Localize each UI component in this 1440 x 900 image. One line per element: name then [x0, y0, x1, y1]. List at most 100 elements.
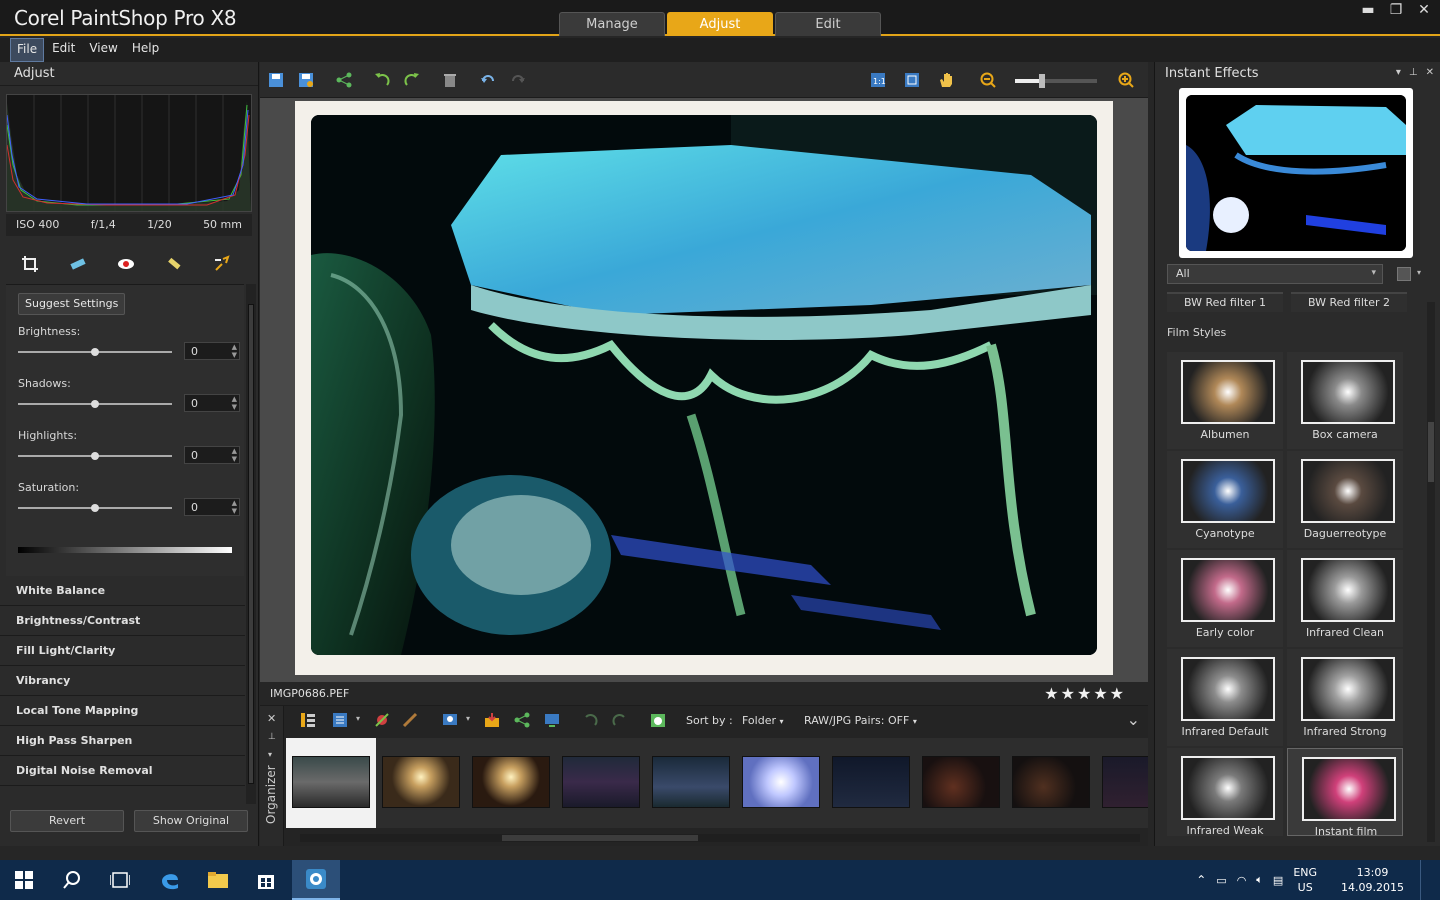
rotate-right-icon[interactable] [610, 710, 630, 730]
import-icon[interactable] [482, 710, 502, 730]
pan-hand-icon[interactable] [936, 70, 956, 90]
scroll-thumb[interactable] [502, 835, 698, 841]
section-fill-light-clarity[interactable]: Fill Light/Clarity [0, 636, 245, 666]
close-icon[interactable]: ✕ [1426, 67, 1434, 78]
makeover-icon[interactable] [163, 253, 185, 275]
edge-browser-button[interactable] [146, 860, 194, 900]
effect-infrared-strong[interactable]: Infrared Strong [1287, 649, 1403, 746]
chevron-up-icon[interactable]: ⌃ [1196, 873, 1206, 887]
close-icon[interactable]: ✕ [1416, 2, 1432, 18]
brightness-field[interactable]: 0 ▲ ▼ [184, 342, 240, 360]
zoom-out-icon[interactable] [978, 70, 998, 90]
thumbnail[interactable] [1102, 756, 1148, 808]
actual-size-icon[interactable]: 1:1 [868, 70, 888, 90]
effect-bw-red-filter-1[interactable]: BW Red filter 1 [1167, 292, 1283, 312]
saturation-knob[interactable] [91, 504, 99, 512]
section-high-pass-sharpen[interactable]: High Pass Sharpen [0, 726, 245, 756]
battery-icon[interactable]: ▭ [1216, 874, 1226, 887]
highlights-slider[interactable] [18, 452, 172, 460]
rating-stars[interactable]: ★★★★★ [1044, 684, 1126, 703]
section-local-tone-mapping[interactable]: Local Tone Mapping [0, 696, 245, 726]
rotate-right-icon[interactable] [402, 70, 422, 90]
thumbnail-scrollbar[interactable] [300, 834, 1140, 842]
start-button[interactable] [0, 860, 48, 900]
dropdown-arrow-icon[interactable]: ▾ [268, 750, 272, 759]
effect-albumen[interactable]: Albumen [1167, 352, 1283, 449]
paintshop-taskbar-button[interactable] [292, 860, 340, 900]
search-button[interactable] [48, 860, 96, 900]
effect-infrared-clean[interactable]: Infrared Clean [1287, 550, 1403, 647]
thumbnail[interactable] [922, 756, 1000, 808]
thumbnail[interactable] [1012, 756, 1090, 808]
straighten-icon[interactable] [67, 253, 89, 275]
effect-instant-film[interactable]: Instant film [1287, 748, 1403, 838]
crop-icon[interactable] [19, 253, 41, 275]
dropdown-arrow-icon[interactable]: ▾ [356, 714, 360, 723]
volume-icon[interactable]: 🔈︎ [1256, 873, 1263, 887]
red-eye-icon[interactable] [115, 253, 137, 275]
image-canvas[interactable] [260, 98, 1148, 682]
thumbnail[interactable] [382, 756, 460, 808]
wifi-icon[interactable]: ◠ [1237, 874, 1247, 887]
sort-select[interactable]: Folder ▾ [742, 714, 784, 727]
effect-infrared-weak[interactable]: Infrared Weak [1167, 748, 1283, 837]
scroll-thumb[interactable] [248, 304, 254, 784]
notification-icon[interactable]: ▤ [1273, 874, 1283, 887]
left-panel-scrollbar[interactable] [246, 284, 256, 804]
saturation-slider[interactable] [18, 504, 172, 512]
rotate-left-icon[interactable] [372, 70, 392, 90]
store-button[interactable] [242, 860, 290, 900]
thumbnail[interactable] [472, 756, 550, 808]
effect-early-color[interactable]: Early color [1167, 550, 1283, 647]
effect-infrared-default[interactable]: Infrared Default [1167, 649, 1283, 746]
highlights-field[interactable]: 0 ▲ ▼ [184, 446, 240, 464]
share-icon[interactable] [512, 710, 532, 730]
thumbnail[interactable] [652, 756, 730, 808]
edit-fix-icon[interactable] [372, 710, 392, 730]
effect-daguerreotype[interactable]: Daguerreotype [1287, 451, 1403, 548]
spin-arrows-icon[interactable]: ▲ ▼ [232, 447, 237, 463]
menu-file[interactable]: File [10, 38, 45, 62]
effect-box-camera[interactable]: Box camera [1287, 352, 1403, 449]
tone-range-bar[interactable] [18, 547, 232, 553]
section-digital-noise-removal[interactable]: Digital Noise Removal [0, 756, 245, 786]
share-icon[interactable] [334, 70, 354, 90]
thumbnail[interactable] [832, 756, 910, 808]
brightness-knob[interactable] [91, 348, 99, 356]
brightness-slider[interactable] [18, 348, 172, 356]
task-view-button[interactable] [96, 860, 144, 900]
redo-icon[interactable] [508, 70, 528, 90]
capture-date-icon[interactable] [648, 710, 668, 730]
organizer-label[interactable]: Organizer [264, 765, 278, 824]
tab-adjust[interactable]: Adjust [667, 12, 773, 36]
file-explorer-button[interactable] [194, 860, 242, 900]
revert-button[interactable]: Revert [10, 810, 124, 832]
shadows-knob[interactable] [91, 400, 99, 408]
brush-icon[interactable] [400, 710, 420, 730]
restore-icon[interactable]: ❐ [1388, 2, 1404, 18]
section-white-balance[interactable]: White Balance [0, 576, 245, 606]
menu-edit[interactable]: Edit [46, 38, 81, 62]
saturation-field[interactable]: 0 ▲ ▼ [184, 498, 240, 516]
section-vibrancy[interactable]: Vibrancy [0, 666, 245, 696]
spin-arrows-icon[interactable]: ▲ ▼ [232, 395, 237, 411]
effect-bw-red-filter-2[interactable]: BW Red filter 2 [1291, 292, 1407, 312]
effect-cyanotype[interactable]: Cyanotype [1167, 451, 1283, 548]
tab-manage[interactable]: Manage [559, 12, 665, 36]
tab-edit[interactable]: Edit [775, 12, 881, 36]
minimize-icon[interactable]: ▬ [1360, 2, 1376, 18]
dropdown-arrow-icon[interactable]: ▾ [466, 714, 470, 723]
dropdown-arrow-icon[interactable]: ▾ [1417, 268, 1421, 277]
rotate-left-icon[interactable] [580, 710, 600, 730]
shadows-field[interactable]: 0 ▲ ▼ [184, 394, 240, 412]
photo-image[interactable] [311, 115, 1097, 655]
spin-arrows-icon[interactable]: ▲ ▼ [232, 343, 237, 359]
menu-help[interactable]: Help [126, 38, 165, 62]
collapse-icon[interactable]: ⌄ [1127, 710, 1140, 729]
language-indicator[interactable]: ENG US [1293, 865, 1317, 895]
navigation-icon[interactable] [298, 710, 318, 730]
close-organizer-icon[interactable]: ✕ [267, 712, 276, 725]
view-mode-icon[interactable] [440, 710, 460, 730]
highlights-knob[interactable] [91, 452, 99, 460]
section-brightness-contrast[interactable]: Brightness/Contrast [0, 606, 245, 636]
